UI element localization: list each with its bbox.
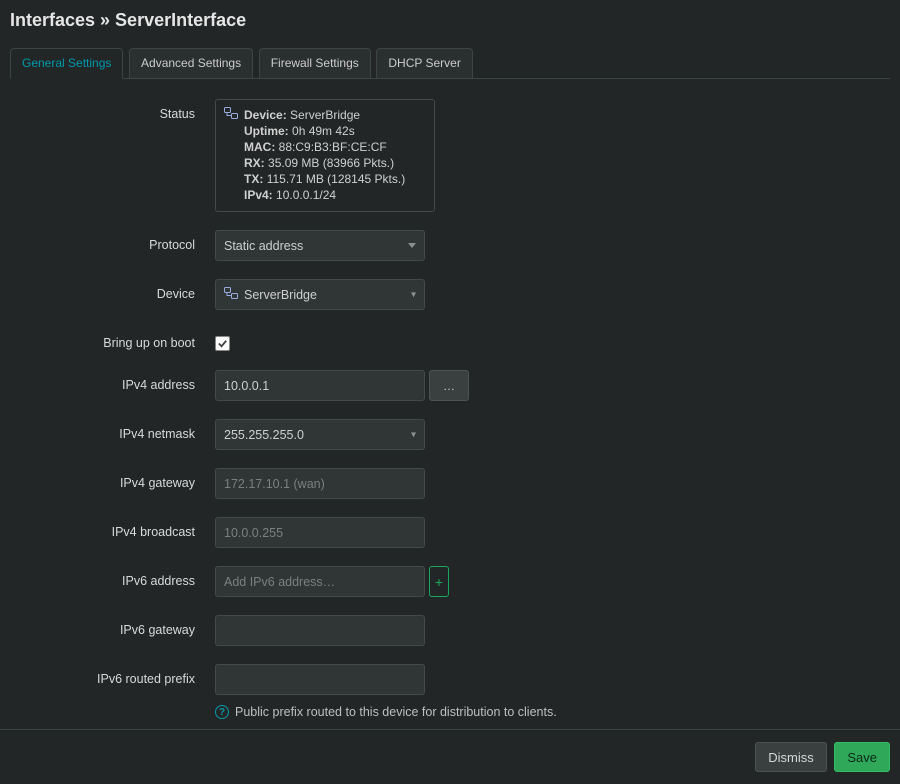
ipv6-prefix-input[interactable] (215, 664, 425, 695)
boot-label: Bring up on boot (10, 328, 215, 350)
status-rx-value: 35.09 MB (83966 Pkts.) (268, 156, 394, 170)
status-tx-value: 115.71 MB (128145 Pkts.) (267, 172, 406, 186)
device-value: ServerBridge (244, 288, 317, 302)
ipv4-address-input[interactable] (215, 370, 425, 401)
dialog-footer: Dismiss Save (0, 729, 900, 784)
tab-general-settings[interactable]: General Settings (10, 48, 123, 79)
ipv4-netmask-label: IPv4 netmask (10, 419, 215, 441)
info-icon: ? (215, 705, 229, 719)
ipv4-netmask-value: 255.255.255.0 (224, 428, 304, 442)
status-mac-key: MAC: (244, 140, 275, 154)
ipv6-address-input[interactable] (215, 566, 425, 597)
ipv4-netmask-select[interactable]: 255.255.255.0 (215, 419, 425, 450)
protocol-value: Static address (224, 239, 303, 253)
tab-dhcp-server[interactable]: DHCP Server (376, 48, 472, 78)
tab-advanced-settings[interactable]: Advanced Settings (129, 48, 253, 78)
ipv4-gateway-input[interactable] (215, 468, 425, 499)
status-panel: Device: ServerBridge Uptime: 0h 49m 42s … (215, 99, 435, 212)
status-device-value: ServerBridge (290, 108, 360, 122)
status-rx-key: RX: (244, 156, 265, 170)
page-title: Interfaces » ServerInterface (10, 10, 890, 31)
ipv6-prefix-hint: Public prefix routed to this device for … (235, 705, 557, 719)
ipv6-prefix-label: IPv6 routed prefix (10, 664, 215, 686)
bridge-icon (224, 107, 238, 203)
status-uptime-value: 0h 49m 42s (292, 124, 355, 138)
ipv6-gateway-input[interactable] (215, 615, 425, 646)
device-select[interactable]: ServerBridge (215, 279, 425, 310)
tab-firewall-settings[interactable]: Firewall Settings (259, 48, 371, 78)
ipv4-broadcast-label: IPv4 broadcast (10, 517, 215, 539)
dismiss-button[interactable]: Dismiss (755, 742, 827, 772)
ipv6-address-add-button[interactable]: + (429, 566, 449, 597)
status-label: Status (10, 99, 215, 121)
ipv4-address-label: IPv4 address (10, 370, 215, 392)
save-button[interactable]: Save (834, 742, 890, 772)
status-device-key: Device: (244, 108, 287, 122)
ipv4-address-more-button[interactable]: … (429, 370, 469, 401)
protocol-label: Protocol (10, 230, 215, 252)
bridge-icon (224, 287, 238, 302)
tabs: General Settings Advanced Settings Firew… (10, 47, 890, 79)
ipv6-gateway-label: IPv6 gateway (10, 615, 215, 637)
status-uptime-key: Uptime: (244, 124, 289, 138)
ipv4-broadcast-input[interactable] (215, 517, 425, 548)
ipv6-address-label: IPv6 address (10, 566, 215, 588)
status-ipv4-key: IPv4: (244, 188, 273, 202)
status-mac-value: 88:C9:B3:BF:CE:CF (279, 140, 387, 154)
status-tx-key: TX: (244, 172, 263, 186)
protocol-select[interactable]: Static address (215, 230, 425, 261)
ipv4-gateway-label: IPv4 gateway (10, 468, 215, 490)
status-ipv4-value: 10.0.0.1/24 (276, 188, 336, 202)
bring-up-on-boot-checkbox[interactable] (215, 336, 230, 351)
device-label: Device (10, 279, 215, 301)
